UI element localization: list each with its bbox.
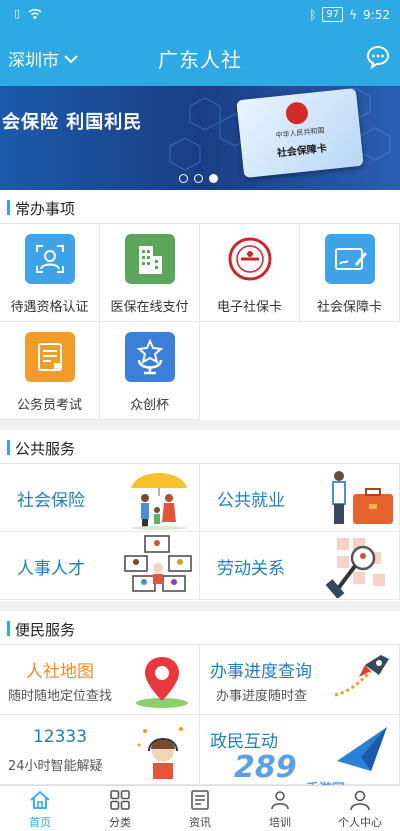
convenience-item-title: 12333 <box>32 727 88 747</box>
public-item-label: 劳动关系 <box>217 559 285 579</box>
common-item-identity-verification[interactable]: 待遇资格认证 <box>0 224 100 322</box>
common-item-social-card[interactable]: 社会保障卡 <box>300 224 400 322</box>
rocket-icon <box>334 655 389 697</box>
battery-indicator: 97 <box>322 7 344 22</box>
convenience-services-grid: 人社地图 随时随地定位查找 办事进度查询 办事进度随时查 12333 24小时智… <box>0 645 400 785</box>
tab-label: 培训 <box>269 816 291 829</box>
common-item-civil-service-exam[interactable]: 公务员考试 <box>0 322 100 420</box>
tab-category[interactable]: 分类 <box>80 786 160 831</box>
convenience-item-interaction[interactable]: 政民互动 <box>200 715 400 785</box>
businessman-briefcase-illustration <box>332 471 393 524</box>
magnifier-profiles-illustration <box>325 538 385 598</box>
carousel-dot-active[interactable] <box>209 174 218 183</box>
tab-label: 个人中心 <box>338 816 382 829</box>
tab-training[interactable]: 培训 <box>240 786 320 831</box>
section-title: 便民服务 <box>15 621 76 639</box>
public-item-social-insurance[interactable]: 社会保险 <box>0 464 200 532</box>
user-icon <box>350 790 370 811</box>
map-pin-icon <box>136 657 188 708</box>
convenience-item-subtitle: 随时随地定位查找 <box>8 689 113 704</box>
social-security-card-image: 中华人民共和国 社会保障卡 <box>236 87 364 179</box>
section-title: 公共服务 <box>15 440 76 458</box>
carousel-dots <box>179 174 218 183</box>
common-item-label: 社会保障卡 <box>316 300 382 315</box>
sim-icon: ▯ <box>14 7 21 20</box>
tab-label: 分类 <box>109 816 131 829</box>
common-item-label: 公务员考试 <box>16 398 82 413</box>
customer-service-icon <box>137 727 183 779</box>
carousel-dot[interactable] <box>179 174 188 183</box>
common-items-grid: 待遇资格认证 医保在线支付 电子社保卡 社会保障卡 公务员考试 众创杯 <box>0 224 400 420</box>
convenience-item-title: 办事进度查询 <box>210 662 312 682</box>
convenience-item-subtitle: 办事进度随时查 <box>216 689 308 704</box>
banner-slogan: 会保险 利国利民 <box>2 112 143 133</box>
cup-icon <box>125 332 175 382</box>
paper-plane-icon <box>337 727 387 771</box>
tab-label: 资讯 <box>189 816 211 829</box>
card-edit-icon <box>325 234 375 284</box>
public-item-labor-relations[interactable]: 劳动关系 <box>200 532 400 600</box>
public-item-label: 人事人才 <box>17 559 85 579</box>
common-item-label: 待遇资格认证 <box>10 300 89 315</box>
common-item-label: 医保在线支付 <box>110 300 189 315</box>
grid-icon <box>110 790 130 810</box>
convenience-item-map[interactable]: 人社地图 随时随地定位查找 <box>0 645 200 715</box>
exam-certificate-icon <box>25 332 75 382</box>
tab-home[interactable]: 首页 <box>0 786 80 831</box>
convenience-item-title: 政民互动 <box>210 732 278 752</box>
page-title: 广东人社 <box>158 48 242 72</box>
common-item-e-social-card[interactable]: 电子社保卡 <box>200 224 300 322</box>
bottom-tab-bar: 首页 分类 资讯 培训 个人中心 <box>0 785 400 831</box>
status-bar: ▯ ᛒ 97 ϟ 9:52 <box>0 0 400 30</box>
public-services-grid: 社会保险 公共就业 人事人才 劳动关系 <box>0 464 400 601</box>
video-meeting-illustration <box>124 535 192 592</box>
face-scan-icon <box>25 234 75 284</box>
banner-carousel[interactable]: 会保险 利国利民 中华人民共和国 社会保障卡 <box>0 86 400 190</box>
wifi-icon <box>28 8 42 19</box>
common-item-innovation-cup[interactable]: 众创杯 <box>100 322 200 420</box>
training-icon <box>271 791 289 810</box>
app-header: ▯ ᛒ 97 ϟ 9:52 深圳市 广东人社 <box>0 0 400 86</box>
section-title: 常办事项 <box>15 200 76 218</box>
tab-profile[interactable]: 个人中心 <box>320 786 400 831</box>
common-item-label: 电子社保卡 <box>216 300 282 315</box>
tab-news[interactable]: 资讯 <box>160 786 240 831</box>
common-item-medical-payment[interactable]: 医保在线支付 <box>100 224 200 322</box>
section-public-header: 公共服务 <box>0 430 400 464</box>
news-icon <box>191 790 209 810</box>
clock: 9:52 <box>363 7 390 22</box>
convenience-item-subtitle: 24小时智能解疑 <box>8 759 103 774</box>
convenience-item-title: 人社地图 <box>26 662 94 682</box>
convenience-item-progress[interactable]: 办事进度查询 办事进度随时查 <box>200 645 400 715</box>
bluetooth-icon: ᛒ <box>309 7 317 22</box>
public-item-label: 公共就业 <box>217 491 285 511</box>
charging-icon: ϟ <box>349 7 358 22</box>
carousel-dot[interactable] <box>194 174 203 183</box>
tab-label: 首页 <box>29 816 51 829</box>
section-convenience-header: 便民服务 <box>0 611 400 645</box>
building-icon <box>125 234 175 284</box>
common-item-label: 众创杯 <box>129 398 169 413</box>
home-icon <box>30 790 50 809</box>
social-security-emblem-icon <box>228 237 272 281</box>
public-item-label: 社会保险 <box>17 491 85 511</box>
convenience-item-12333[interactable]: 12333 24小时智能解疑 <box>0 715 200 785</box>
message-icon[interactable] <box>365 44 391 70</box>
national-emblem-icon <box>284 101 310 126</box>
section-common-header: 常办事项 <box>0 190 400 224</box>
family-umbrella-illustration <box>131 473 187 530</box>
public-item-employment[interactable]: 公共就业 <box>200 464 400 532</box>
public-item-talent[interactable]: 人事人才 <box>0 532 200 600</box>
